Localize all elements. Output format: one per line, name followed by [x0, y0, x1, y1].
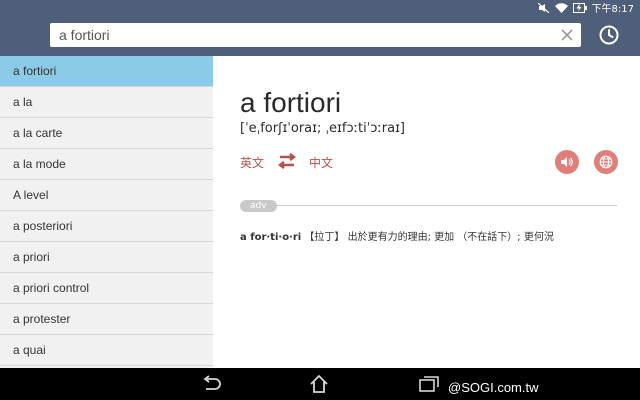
home-icon[interactable] — [308, 373, 330, 395]
battery-charging-icon — [572, 2, 587, 13]
word-list-item[interactable]: a la — [0, 87, 213, 118]
source-language-label[interactable]: 英文 — [240, 154, 264, 171]
status-bar: 下午8:17 — [0, 0, 640, 15]
definition-syllabified-word: a for·ti·o·ri — [240, 232, 302, 243]
web-search-button[interactable] — [594, 150, 618, 174]
watermark: @SOGI.com.tw — [448, 380, 539, 395]
headword: a fortiori — [240, 87, 342, 118]
word-list-item[interactable]: a la carte — [0, 118, 213, 149]
pronounce-button[interactable] — [555, 150, 579, 174]
definition-text: 【拉丁】 出於更有力的理由; 更加 （不在話下）; 更何況 — [304, 232, 554, 243]
word-list-item[interactable]: a la mode — [0, 149, 213, 180]
speaker-icon — [561, 157, 573, 167]
definition: a for·ti·o·ri 【拉丁】 出於更有力的理由; 更加 （不在話下）; … — [240, 228, 554, 243]
phonetic-transcription: [ˈeˌforʃɪˈoraɪ; ˌeɪfɔːtiˈɔːraɪ] — [240, 121, 405, 136]
word-list: a fortiori a la a la carte a la mode A level… — [0, 56, 213, 368]
word-list-item[interactable]: a protester — [0, 304, 213, 335]
word-list-item[interactable]: a quai — [0, 335, 213, 366]
back-icon[interactable] — [200, 374, 222, 394]
word-list-item[interactable]: a posteriori — [0, 211, 213, 242]
navigation-bar: @SOGI.com.tw — [0, 368, 640, 400]
search-input[interactable]: a fortiori — [59, 27, 110, 43]
entry-detail: a fortiori [ˈeˌforʃɪˈoraɪ; ˌeɪfɔːtiˈɔːra… — [213, 56, 640, 368]
clock-icon[interactable] — [598, 24, 620, 46]
close-icon[interactable] — [559, 27, 575, 43]
search-header: a fortiori — [0, 15, 640, 56]
word-list-item[interactable]: a fortiori — [0, 56, 213, 87]
swap-languages-icon[interactable] — [276, 153, 298, 169]
part-of-speech-badge: adv — [240, 200, 277, 212]
recent-apps-icon[interactable] — [418, 374, 440, 394]
section-divider — [240, 205, 617, 206]
status-time: 下午8:17 — [591, 4, 634, 15]
word-list-item[interactable]: A level — [0, 180, 213, 211]
word-list-item[interactable]: a priori — [0, 242, 213, 273]
word-list-item[interactable]: a priori control — [0, 273, 213, 304]
globe-icon — [599, 155, 613, 169]
wifi-icon — [554, 2, 568, 13]
search-box[interactable]: a fortiori — [50, 23, 581, 47]
mute-icon — [537, 2, 549, 13]
target-language-label[interactable]: 中文 — [309, 154, 333, 171]
status-icons: 下午8:17 — [537, 1, 634, 15]
